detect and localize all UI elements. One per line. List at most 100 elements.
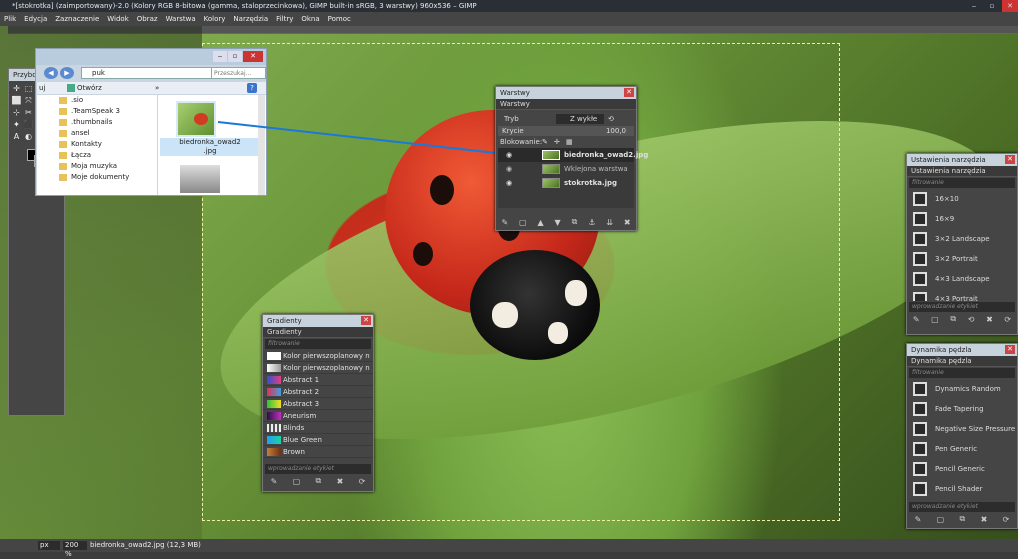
tool-icon[interactable]: ⬚ bbox=[23, 83, 34, 94]
layers-header[interactable]: Warstwy ✕ bbox=[496, 87, 636, 99]
back-icon[interactable]: ◀ bbox=[44, 67, 58, 79]
gradient-item[interactable]: Kolor pierwszoplanowy n bbox=[263, 350, 373, 362]
visibility-icon[interactable]: ◉ bbox=[506, 176, 512, 190]
gradients-tag-input[interactable]: wprowadzanie etykiet bbox=[265, 464, 371, 474]
preset-item[interactable]: 4×3 Portrait bbox=[907, 289, 1017, 301]
tool-options-tab[interactable]: Ustawienia narzędzia bbox=[907, 166, 1017, 177]
new-layer-icon[interactable]: ▢ bbox=[519, 218, 527, 227]
dynamics-item[interactable]: Dynamics Random bbox=[907, 379, 1017, 399]
paint-dynamics-filter-input[interactable]: filtrowanie bbox=[909, 368, 1015, 378]
file-thumbnail[interactable] bbox=[176, 101, 216, 137]
preset-item[interactable]: 16×9 bbox=[907, 209, 1017, 229]
folder-item[interactable]: ansel bbox=[37, 128, 157, 139]
forward-icon[interactable]: ▶ bbox=[60, 67, 74, 79]
refresh-icon[interactable]: ⟳ bbox=[1004, 315, 1011, 324]
layers-tab[interactable]: Warstwy bbox=[496, 99, 636, 110]
close-icon[interactable]: ✕ bbox=[1005, 345, 1015, 354]
visibility-icon[interactable]: ◉ bbox=[506, 148, 512, 162]
refresh-icon[interactable]: ⟳ bbox=[1003, 515, 1010, 524]
mode-reset-icon[interactable]: ⟲ bbox=[608, 112, 614, 126]
menu-item[interactable]: Obraz bbox=[137, 12, 158, 26]
file-thumbnail[interactable] bbox=[180, 165, 220, 193]
folder-item[interactable]: Moje dokumenty bbox=[37, 172, 157, 183]
lock-pixels-icon[interactable]: ✎ bbox=[542, 136, 548, 148]
paint-dynamics-tab[interactable]: Dynamika pędzla bbox=[907, 356, 1017, 367]
tool-icon[interactable]: ✂ bbox=[23, 107, 34, 118]
delete-icon[interactable]: ✖ bbox=[981, 515, 988, 524]
gradient-item[interactable]: Blinds bbox=[263, 422, 373, 434]
duplicate-icon[interactable]: ⧉ bbox=[316, 476, 322, 486]
layer-row[interactable]: ◉ Wklejona warstwa bbox=[498, 162, 634, 176]
menu-item[interactable]: Kolory bbox=[204, 12, 226, 26]
close-icon[interactable]: ✕ bbox=[624, 88, 634, 97]
dynamics-item[interactable]: Pen Generic bbox=[907, 439, 1017, 459]
gradients-tab[interactable]: Gradienty bbox=[263, 327, 373, 338]
menu-item[interactable]: Plik bbox=[4, 12, 16, 26]
address-bar[interactable]: puk bbox=[81, 67, 226, 79]
preset-item[interactable]: 16×10 bbox=[907, 189, 1017, 209]
menu-item[interactable]: Filtry bbox=[276, 12, 293, 26]
close-icon[interactable]: ✕ bbox=[243, 51, 263, 62]
dynamics-item[interactable]: Negative Size Pressure bbox=[907, 419, 1017, 439]
gradient-item[interactable]: Kolor pierwszoplanowy n bbox=[263, 362, 373, 374]
restore-icon[interactable]: ⟲ bbox=[968, 315, 975, 324]
opacity-slider[interactable]: Krycie 100,0 bbox=[498, 126, 634, 136]
folder-item[interactable]: .TeamSpeak 3 bbox=[37, 106, 157, 117]
refresh-icon[interactable]: ⟳ bbox=[359, 477, 366, 486]
tool-icon[interactable]: ⤧ bbox=[23, 95, 34, 106]
search-input[interactable]: Przeszukaj... bbox=[211, 67, 266, 79]
layer-row[interactable]: ◉ biedronka_owad2.jpg bbox=[498, 148, 648, 162]
dynamics-item[interactable]: Fade Tapering bbox=[907, 399, 1017, 419]
preset-item[interactable]: 3×2 Portrait bbox=[907, 249, 1017, 269]
folder-item[interactable]: .sio bbox=[37, 95, 157, 106]
folder-item[interactable]: .thumbnails bbox=[37, 117, 157, 128]
duplicate-icon[interactable]: ⧉ bbox=[960, 514, 966, 524]
gradient-item[interactable]: Abstract 2 bbox=[263, 386, 373, 398]
more-button[interactable]: » bbox=[155, 82, 159, 94]
close-icon[interactable]: ✕ bbox=[1005, 155, 1015, 164]
menu-item[interactable]: Edycja bbox=[24, 12, 47, 26]
duplicate-icon[interactable]: ⧉ bbox=[950, 314, 956, 324]
open-button[interactable]: Otwórz bbox=[77, 82, 102, 94]
new-dynamics-icon[interactable]: ▢ bbox=[937, 515, 945, 524]
edit-icon[interactable]: ✎ bbox=[501, 218, 508, 227]
preset-item[interactable]: 3×2 Landscape bbox=[907, 229, 1017, 249]
minimize-icon[interactable]: ‒ bbox=[213, 51, 227, 62]
dynamics-item[interactable]: Pencil Shader bbox=[907, 479, 1017, 499]
gradients-header[interactable]: Gradienty ✕ bbox=[263, 315, 373, 327]
gradient-item[interactable]: Brown bbox=[263, 446, 373, 458]
menu-item[interactable]: Warstwa bbox=[166, 12, 196, 26]
zoom-select[interactable]: 200 % bbox=[63, 541, 87, 558]
tool-options-header[interactable]: Ustawienia narzędzia ✕ bbox=[907, 154, 1017, 166]
menu-item[interactable]: Pomoc bbox=[328, 12, 351, 26]
tool-options-tag-input[interactable]: wprowadzanie etykiet bbox=[909, 302, 1015, 312]
close-icon[interactable]: ✕ bbox=[361, 316, 371, 325]
gradient-item[interactable]: Abstract 3 bbox=[263, 398, 373, 410]
edit-icon[interactable]: ✎ bbox=[271, 477, 278, 486]
delete-icon[interactable]: ✖ bbox=[624, 218, 631, 227]
organize-button[interactable]: uj bbox=[39, 82, 45, 94]
paint-dynamics-header[interactable]: Dynamika pędzla ✕ bbox=[907, 344, 1017, 356]
close-icon[interactable]: ✕ bbox=[1002, 0, 1018, 12]
tool-options-filter-input[interactable]: filtrowanie bbox=[909, 178, 1015, 188]
preset-item[interactable]: 4×3 Landscape bbox=[907, 269, 1017, 289]
delete-icon[interactable]: ✖ bbox=[337, 477, 344, 486]
tool-icon[interactable]: ⊹ bbox=[11, 107, 22, 118]
folder-item[interactable]: Kontakty bbox=[37, 139, 157, 150]
gradients-filter-input[interactable]: filtrowanie bbox=[265, 339, 371, 349]
maximize-icon[interactable]: ▫ bbox=[984, 0, 1000, 12]
new-preset-icon[interactable]: ▢ bbox=[931, 315, 939, 324]
tool-icon[interactable]: ◐ bbox=[23, 131, 34, 142]
help-icon[interactable]: ? bbox=[247, 83, 257, 93]
tool-icon[interactable]: ✦ bbox=[11, 119, 22, 130]
paint-dynamics-tag-input[interactable]: wprowadzanie etykiet bbox=[909, 502, 1015, 512]
mode-select[interactable]: Z wykłe bbox=[556, 114, 604, 124]
minimize-icon[interactable]: ‒ bbox=[966, 0, 982, 12]
tool-icon[interactable]: ⬛ bbox=[23, 119, 34, 130]
menu-item[interactable]: Narzędzia bbox=[233, 12, 268, 26]
duplicate-icon[interactable]: ⧉ bbox=[572, 217, 578, 227]
menu-item[interactable]: Okna bbox=[301, 12, 319, 26]
gradient-item[interactable]: Blue Green bbox=[263, 434, 373, 446]
tool-icon[interactable]: ⬜ bbox=[11, 95, 22, 106]
visibility-icon[interactable]: ◉ bbox=[506, 162, 512, 176]
